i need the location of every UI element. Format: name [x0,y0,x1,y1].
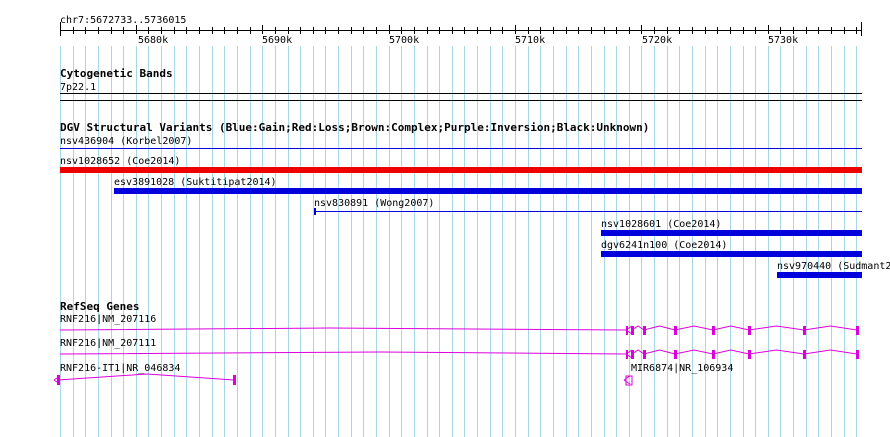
refseq-intron-line [631,325,858,331]
refseq-exon [803,350,806,359]
ruler-tick-label: 5720k [642,35,673,46]
ruler-tick-label: 5710k [515,35,546,46]
dgv-variant-start-mark [314,208,316,215]
refseq-intron-line [631,349,858,355]
refseq-exon [748,326,751,335]
refseq-exon [631,350,634,359]
ruler-tick-label: 5730k [768,35,799,46]
dgv-variant-bar [60,167,862,173]
ruler-tick-label: 5700k [389,35,420,46]
dgv-variant-bar [601,230,862,236]
refseq-exon [712,350,715,359]
refseq-exon [643,326,646,335]
dgv-variant-bar [114,188,862,194]
dgv-variant-bar [60,148,862,149]
refseq-gene-label[interactable]: MIR6874|NR_106934 [631,363,733,374]
refseq-strand-arrow [623,379,631,385]
refseq-exon [856,326,859,335]
refseq-exon [803,326,806,335]
dgv-variant-bar [601,251,862,257]
refseq-intron-line [57,373,235,381]
refseq-gene-label[interactable]: RNF216|NM_207116 [60,314,156,325]
dgv-variant-label[interactable]: nsv1028652 (Coe2014) [60,156,180,167]
refseq-strand-arrow [623,375,631,381]
dgv-variant-label[interactable]: dgv6241n100 (Coe2014) [601,240,727,251]
refseq-exon [856,350,859,359]
dgv-variant-label[interactable]: nsv1028601 (Coe2014) [601,219,721,230]
refseq-gene-label[interactable]: RNF216-IT1|NR_046834 [60,363,180,374]
ruler-tick-label: 5680k [138,35,169,46]
ruler-tick-label: 5690k [262,35,293,46]
refseq-exon [674,350,677,359]
dgv-variant-label[interactable]: nsv830891 (Wong2007) [314,198,434,209]
dgv-track-title: DGV Structural Variants (Blue:Gain;Red:L… [60,121,650,134]
refseq-exon [643,350,646,359]
dgv-variant-label[interactable]: esv3891028 (Suktitipat2014) [114,177,277,188]
refseq-track-title: RefSeq Genes [60,300,140,313]
refseq-exon [748,350,751,359]
refseq-exon [674,326,677,335]
refseq-intron-line [59,327,627,331]
genome-browser-view[interactable]: chr7:5672733..5736015 5680k 5690k 5700k … [0,0,890,437]
dgv-variant-bar [314,211,862,212]
cytoband-label[interactable]: 7p22.1 [60,82,96,93]
refseq-exon [631,326,634,335]
refseq-exon [712,326,715,335]
cytoband-track-title: Cytogenetic Bands [60,67,173,80]
region-label: chr7:5672733..5736015 [60,15,187,26]
dgv-variant-label[interactable]: nsv436904 (Korbel2007) [60,136,192,147]
refseq-gene-label[interactable]: RNF216|NM_207111 [60,338,156,349]
refseq-intron-line [59,351,627,355]
dgv-variant-bar [777,272,862,278]
dgv-variant-label[interactable]: nsv970440 (Sudmant2 [777,261,890,272]
refseq-exon [233,375,236,385]
